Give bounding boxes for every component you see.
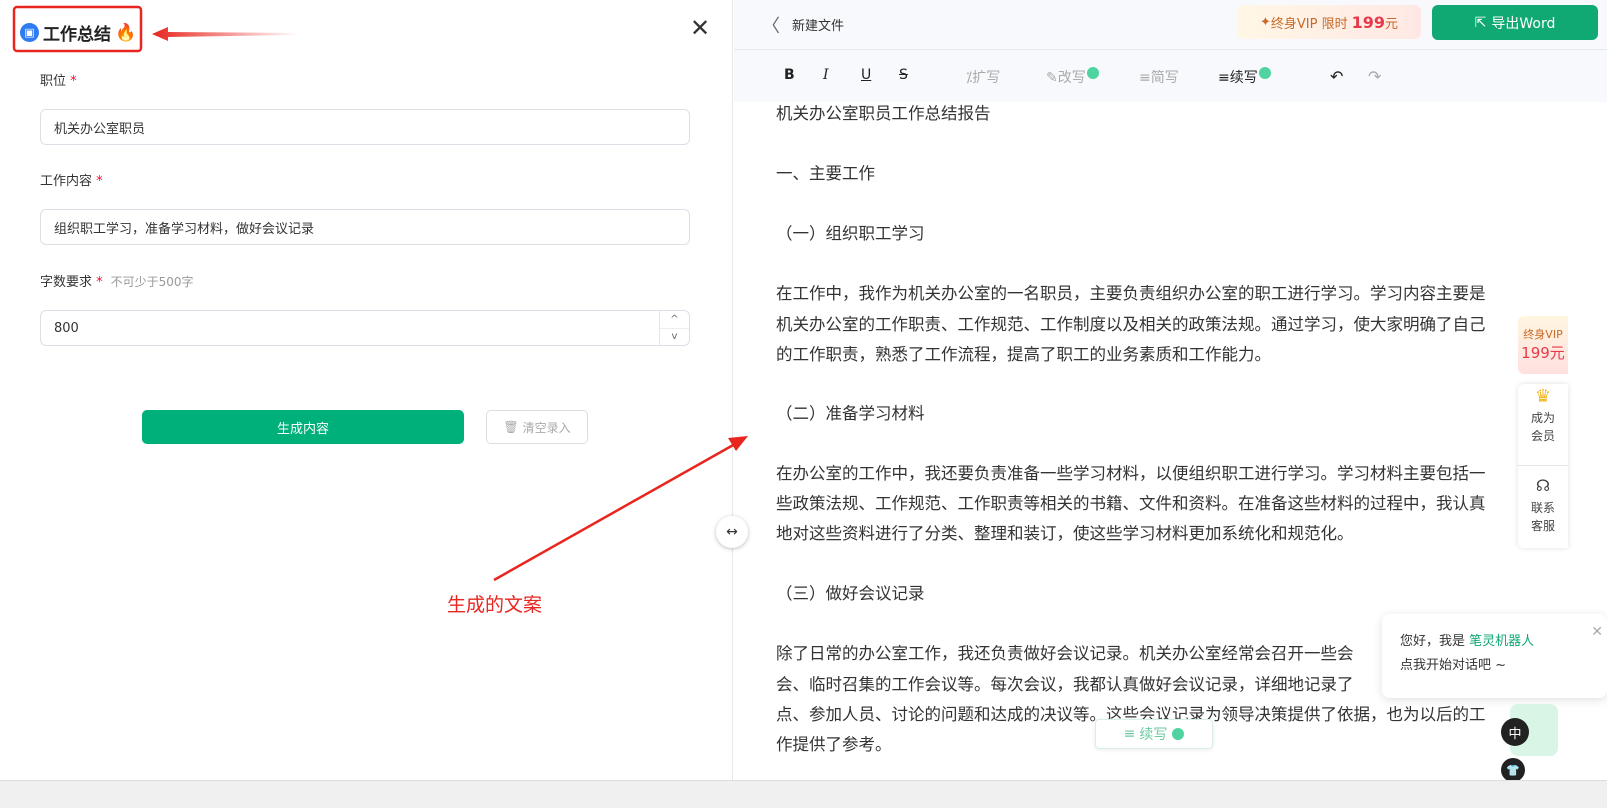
annotation-arrow-left: [152, 27, 298, 41]
annotation-arrow-line: [493, 442, 736, 582]
annotation-overlay: [12, 5, 748, 582]
annotation-arrowhead: [728, 436, 748, 451]
annotation-label: 生成的文案: [447, 594, 543, 616]
highlight-box: [12, 5, 143, 53]
